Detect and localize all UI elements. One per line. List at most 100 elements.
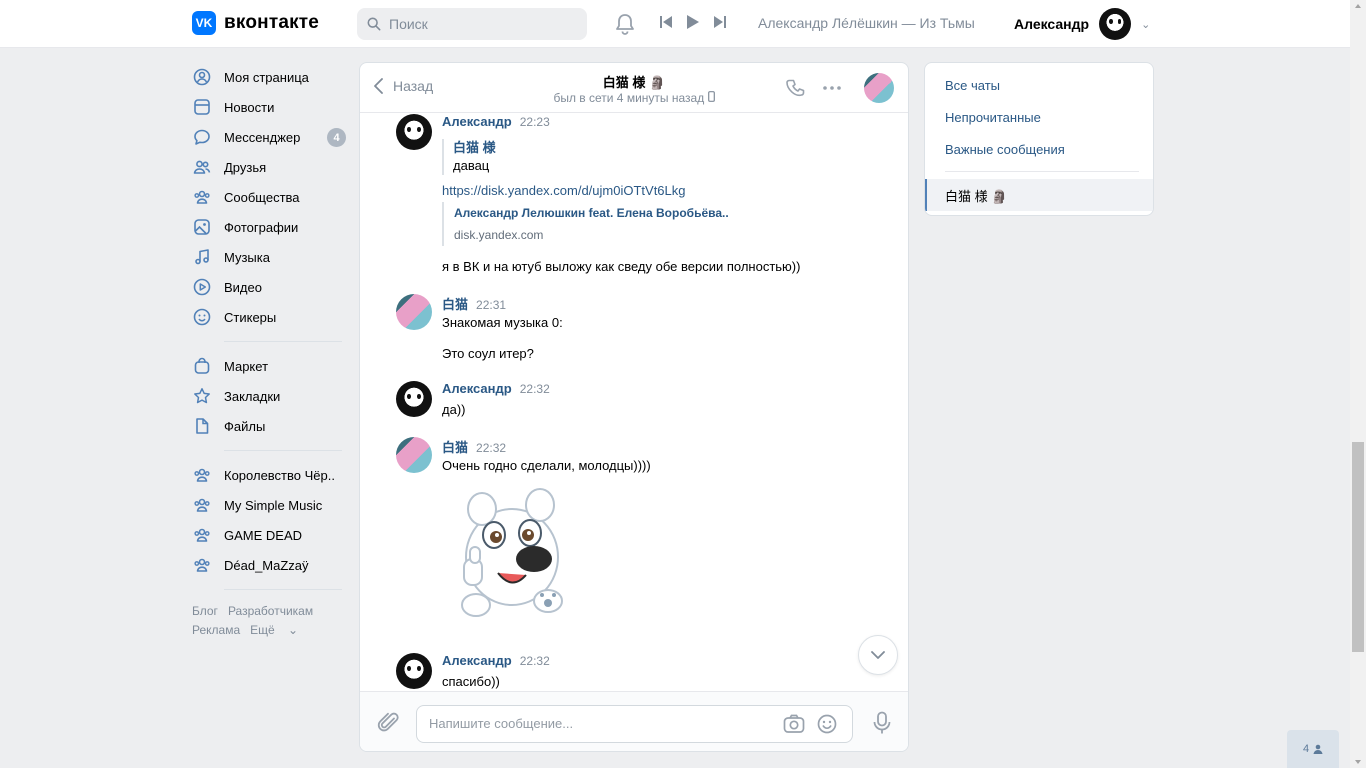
chevron-down-icon (871, 651, 885, 659)
nav-market[interactable]: Маркет (192, 351, 342, 381)
nav-files[interactable]: Файлы (192, 411, 342, 441)
more-options-button[interactable] (822, 78, 842, 101)
message-time[interactable]: 22:32 (520, 382, 550, 396)
dog-sticker-icon[interactable] (456, 487, 568, 619)
camera-button[interactable] (783, 714, 805, 737)
microphone-icon (873, 711, 891, 734)
search-icon (367, 17, 381, 31)
chevron-down-icon: ⌄ (288, 623, 299, 637)
message-avatar[interactable] (396, 653, 432, 689)
filter-all-chats[interactable]: Все чаты (945, 78, 1000, 93)
scroll-to-bottom-button[interactable] (858, 635, 898, 675)
footer-link-developers[interactable]: Разработчикам (228, 604, 313, 618)
nav-photos[interactable]: Фотографии (192, 212, 342, 242)
next-track-icon[interactable] (714, 15, 726, 29)
message-text: я в ВК и на ютуб выложу как сведу обе ве… (442, 259, 801, 274)
previous-track-icon[interactable] (660, 15, 672, 29)
message-author[interactable]: 白猫 (442, 294, 468, 313)
footer-link-blog[interactable]: Блог (192, 604, 218, 618)
message-link[interactable]: https://disk.yandex.com/d/ujm0iOTtVt6Lkg (442, 183, 686, 198)
nav-video[interactable]: Видео (192, 272, 342, 302)
message-text: Это соул итер? (442, 346, 534, 361)
photo-icon (192, 217, 212, 237)
left-navigation: Моя страница Новости Мессенджер 4 Друзья… (192, 62, 346, 640)
filter-important[interactable]: Важные сообщения (945, 142, 1065, 157)
message-text: Очень годно сделали, молодцы)))) (442, 458, 651, 473)
nav-news[interactable]: Новости (192, 92, 342, 122)
chat-panel: Назад 白猫 様 🗿 был в сети 4 минуты назад А… (359, 62, 909, 752)
message-list[interactable]: Александр 22:23 白猫 様 давац https://disk.… (360, 114, 908, 691)
play-icon[interactable] (686, 14, 700, 30)
nav-group-game-dead[interactable]: GAME DEAD (192, 520, 342, 550)
nav-messenger[interactable]: Мессенджер 4 (192, 122, 346, 152)
page-scrollbar[interactable] (1350, 0, 1366, 768)
message-avatar[interactable] (396, 437, 432, 473)
nav-group-dead-mazzay[interactable]: Déad_MaZzaÿ (192, 550, 342, 580)
nav-groups[interactable]: Сообщества (192, 182, 342, 212)
nav-music[interactable]: Музыка (192, 242, 342, 272)
scrollbar-thumb[interactable] (1352, 442, 1364, 652)
mobile-phone-icon (707, 91, 715, 102)
now-playing-track[interactable]: Александр Лéлёшкин — Из Тьмы (758, 15, 975, 31)
star-icon (192, 386, 212, 406)
footer-links: Блог Разработчикам Реклама Ещё ⌄ (192, 602, 342, 640)
scroll-up-arrow-icon[interactable] (1355, 4, 1361, 8)
filter-unread[interactable]: Непрочитанные (945, 110, 1041, 125)
footer-link-more[interactable]: Ещё ⌄ (250, 623, 308, 637)
message-author[interactable]: Александр (442, 653, 512, 668)
emoji-button[interactable] (817, 714, 837, 737)
chevron-down-icon: ⌄ (1141, 18, 1151, 31)
message-composer (360, 691, 908, 751)
link-preview[interactable]: Александр Лелюшкин feat. Елена Воробьёва… (442, 202, 729, 246)
nav-friends[interactable]: Друзья (192, 152, 342, 182)
chat-filters-panel: Все чаты Непрочитанные Важные сообщения … (924, 62, 1154, 216)
nav-group-kingdom[interactable]: Королевство Чёр.. (192, 460, 342, 490)
message-text: спасибо)) (442, 674, 500, 689)
message-author[interactable]: Александр (442, 114, 512, 129)
scroll-down-arrow-icon[interactable] (1355, 760, 1361, 764)
top-bar: VK вконтакте Александр Лéлёшкин — Из Тьм… (0, 0, 1350, 48)
nav-group-my-simple-music[interactable]: My Simple Music (192, 490, 342, 520)
groups-icon (192, 555, 212, 575)
notifications-button[interactable] (614, 12, 636, 39)
chat-avatar[interactable] (864, 73, 894, 103)
online-friends-button[interactable]: 4 (1287, 730, 1339, 768)
smile-icon (817, 714, 837, 734)
message-time[interactable]: 22:32 (476, 441, 506, 455)
news-icon (192, 97, 212, 117)
vk-logo[interactable]: VK вконтакте (192, 11, 319, 35)
profile-avatar (1099, 8, 1132, 40)
message-avatar[interactable] (396, 114, 432, 150)
person-icon (1313, 744, 1323, 754)
nav-divider (224, 341, 342, 342)
forwarded-message[interactable]: 白猫 様 давац (442, 139, 496, 175)
nav-bookmarks[interactable]: Закладки (192, 381, 342, 411)
nav-my-page[interactable]: Моя страница (192, 62, 342, 92)
message-icon (192, 127, 212, 147)
active-chat-item[interactable]: 白猫 様 🗿 (925, 179, 1153, 211)
search-input[interactable] (389, 16, 569, 32)
footer-link-ads[interactable]: Реклама (192, 623, 240, 637)
profile-name: Александр (1014, 16, 1090, 32)
message-time[interactable]: 22:23 (520, 115, 550, 129)
user-circle-icon (192, 67, 212, 87)
message-author[interactable]: 白猫 (442, 437, 468, 456)
search-box[interactable] (357, 8, 587, 40)
message-text: да)) (442, 402, 466, 417)
call-button[interactable] (786, 78, 806, 101)
message-time[interactable]: 22:31 (476, 298, 506, 312)
voice-message-button[interactable] (872, 711, 892, 738)
message-input[interactable] (429, 716, 769, 731)
profile-menu[interactable]: Александр ⌄ (1014, 8, 1150, 40)
message-avatar[interactable] (396, 381, 432, 417)
friends-icon (192, 157, 212, 177)
message-input-box[interactable] (416, 705, 853, 743)
attach-button[interactable] (377, 711, 401, 738)
message-avatar[interactable] (396, 294, 432, 330)
message-author[interactable]: Александр (442, 381, 512, 396)
chat-header: Назад 白猫 様 🗿 был в сети 4 минуты назад (360, 63, 908, 113)
music-icon (192, 247, 212, 267)
sticker-icon (192, 307, 212, 327)
nav-stickers[interactable]: Стикеры (192, 302, 342, 332)
message-time[interactable]: 22:32 (520, 654, 550, 668)
